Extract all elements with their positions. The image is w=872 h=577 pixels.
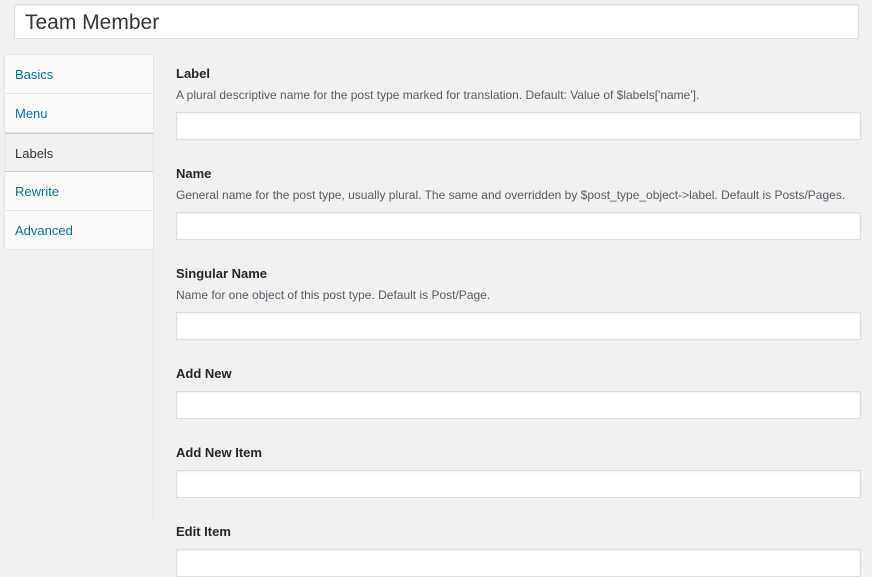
labels-panel: Label A plural descriptive name for the …: [176, 66, 861, 577]
field-singular-name: Singular Name Name for one object of thi…: [176, 266, 861, 340]
field-name: Name General name for the post type, usu…: [176, 166, 861, 240]
tab-basics[interactable]: Basics: [5, 55, 153, 94]
field-add-new-item: Add New Item: [176, 445, 861, 498]
settings-tab-nav: Basics Menu Labels Rewrite Advanced: [4, 54, 154, 250]
field-add-new-title: Add New: [176, 366, 232, 381]
field-add-new: Add New: [176, 366, 861, 419]
post-title-input[interactable]: Team Member: [15, 5, 858, 38]
field-name-title: Name: [176, 166, 212, 181]
field-singular-name-description: Name for one object of this post type. D…: [176, 288, 491, 302]
tab-labels[interactable]: Labels: [5, 133, 154, 172]
add-new-item-input[interactable]: [176, 470, 861, 498]
field-name-description: General name for the post type, usually …: [176, 188, 846, 202]
field-label-description: A plural descriptive name for the post t…: [176, 88, 700, 102]
tab-rewrite[interactable]: Rewrite: [5, 172, 153, 211]
field-label-title: Label: [176, 66, 210, 81]
field-add-new-item-title: Add New Item: [176, 445, 262, 460]
name-input[interactable]: [176, 212, 861, 240]
label-input[interactable]: [176, 112, 861, 140]
tab-menu[interactable]: Menu: [5, 94, 153, 133]
field-label: Label A plural descriptive name for the …: [176, 66, 861, 140]
field-singular-name-title: Singular Name: [176, 266, 268, 281]
field-edit-item: Edit Item: [176, 524, 861, 577]
singular-name-input[interactable]: [176, 312, 861, 340]
edit-item-input[interactable]: [176, 549, 861, 577]
panel-divider: [153, 54, 154, 522]
field-edit-item-title: Edit Item: [176, 524, 231, 539]
tab-advanced[interactable]: Advanced: [5, 211, 153, 250]
add-new-input[interactable]: [176, 391, 861, 419]
post-title-field[interactable]: Team Member: [14, 4, 859, 39]
